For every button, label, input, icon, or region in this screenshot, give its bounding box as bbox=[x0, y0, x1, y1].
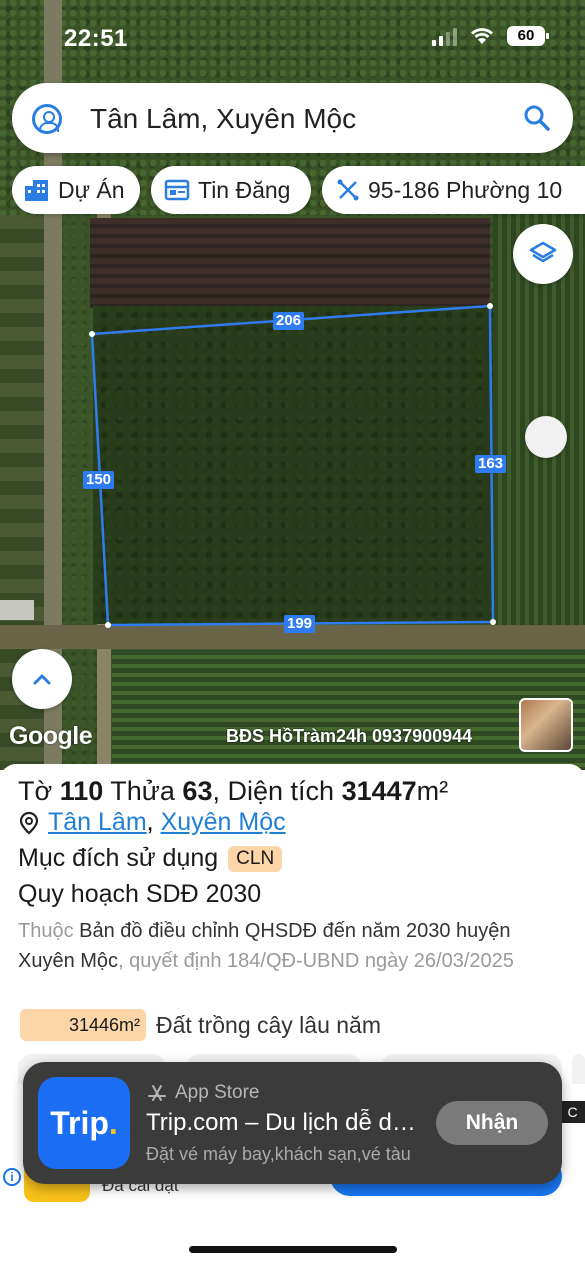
status-icons: 60 bbox=[432, 26, 549, 46]
sheet-number: 110 bbox=[59, 776, 104, 806]
dimension-right-label: 163 bbox=[475, 455, 507, 473]
app-store-row: App Store bbox=[147, 1082, 260, 1104]
listing-icon bbox=[164, 179, 190, 201]
dimension-top-label: 206 bbox=[273, 312, 305, 330]
satellite-map[interactable]: 206 163 150 199 22:51 60 Tân Lâm, Xuyên … bbox=[0, 0, 585, 770]
ruler-icon bbox=[337, 179, 359, 201]
ad-subtitle: Đặt vé máy bay,khách sạn,vé tàu bbox=[146, 1144, 411, 1164]
status-time: 22:51 bbox=[64, 25, 128, 52]
dimension-left-label: 150 bbox=[83, 471, 115, 489]
trip-logo: Trip. bbox=[38, 1077, 130, 1169]
ad-close-button[interactable]: C bbox=[560, 1101, 585, 1123]
plan-decision: , quyết định 184/QĐ-UBND ngày 26/03/2025 bbox=[118, 950, 514, 972]
purpose-row: Mục đích sử dụng CLN bbox=[18, 844, 283, 873]
purpose-badge: CLN bbox=[228, 845, 283, 872]
trip-logo-text: Trip bbox=[50, 1104, 109, 1141]
zone-area-row: 31446m² Đất trồng cây lâu năm bbox=[20, 1009, 381, 1041]
layers-button[interactable] bbox=[513, 224, 573, 284]
app-store-label: App Store bbox=[175, 1082, 260, 1103]
chip-tin-dang[interactable]: Tin Đăng bbox=[151, 166, 311, 214]
chip-du-an[interactable]: Dự Án bbox=[12, 166, 140, 214]
plot-label: Thửa bbox=[110, 776, 175, 806]
wifi-icon bbox=[471, 28, 493, 44]
building-icon bbox=[25, 180, 48, 201]
ad-title: Trip.com – Du lịch dễ dàng bbox=[146, 1109, 416, 1136]
app-store-banner[interactable]: Trip. App Store Trip.com – Du lịch dễ dà… bbox=[23, 1062, 562, 1184]
ward-link[interactable]: Tân Lâm bbox=[48, 808, 147, 837]
dimension-bottom-label: 199 bbox=[284, 615, 316, 633]
chip-tin-dang-label: Tin Đăng bbox=[198, 176, 291, 203]
plot-number: 63 bbox=[182, 776, 213, 806]
search-input[interactable]: Tân Lâm, Xuyên Mộc bbox=[90, 103, 356, 135]
area-label: Diện tích bbox=[227, 776, 335, 806]
zone-area-badge: 31446m² bbox=[20, 1009, 146, 1041]
parcel-title: Tờ 110 Thửa 63, Diện tích 31447m² bbox=[18, 776, 449, 806]
hidden-card[interactable] bbox=[572, 1054, 585, 1084]
chip-ruler-label: 95-186 Phường 10 bbox=[368, 176, 563, 203]
location-row: Tân Lâm, Xuyên Mộc bbox=[18, 808, 286, 837]
watermark-text: BĐS HồTràm24h 0937900944 bbox=[226, 726, 473, 746]
ad-info-icon[interactable]: i bbox=[3, 1168, 21, 1186]
street-photo-thumbnail[interactable] bbox=[519, 698, 573, 752]
plan-prefix: Thuộc bbox=[18, 920, 74, 942]
area-unit: m² bbox=[416, 776, 449, 806]
plan-description: Thuộc Bản đồ điều chỉnh QHSDĐ đến năm 20… bbox=[18, 916, 558, 976]
parcel-info-panel: Tờ 110 Thửa 63, Diện tích 31447m² Tân Lâ… bbox=[0, 764, 585, 1266]
user-icon[interactable] bbox=[32, 104, 62, 134]
map-drag-handle[interactable] bbox=[525, 416, 567, 458]
sheet-label: Tờ bbox=[18, 776, 53, 806]
trip-logo-dot: . bbox=[108, 1104, 118, 1141]
chevron-up-icon bbox=[33, 674, 51, 685]
signal-icon bbox=[432, 26, 457, 46]
area-value: 31447 bbox=[341, 776, 417, 806]
search-icon[interactable] bbox=[523, 104, 551, 132]
get-app-button[interactable]: Nhận bbox=[436, 1101, 548, 1145]
chip-ruler[interactable]: 95-186 Phường 10 bbox=[322, 166, 585, 214]
expand-up-button[interactable] bbox=[12, 649, 72, 709]
zone-label: Đất trồng cây lâu năm bbox=[156, 1011, 382, 1038]
chip-du-an-label: Dự Án bbox=[58, 176, 125, 203]
status-bar: 22:51 60 bbox=[0, 0, 585, 64]
battery-icon: 60 bbox=[507, 26, 549, 46]
location-pin-icon bbox=[19, 811, 39, 834]
search-bar[interactable]: Tân Lâm, Xuyên Mộc bbox=[12, 83, 573, 153]
home-indicator[interactable] bbox=[189, 1246, 397, 1253]
plan-title: Quy hoạch SDĐ 2030 bbox=[18, 880, 262, 908]
app-store-icon bbox=[148, 1085, 166, 1101]
layers-icon bbox=[529, 241, 557, 263]
district-link[interactable]: Xuyên Mộc bbox=[161, 808, 286, 837]
purpose-label: Mục đích sử dụng bbox=[18, 844, 219, 872]
google-logo: Google bbox=[9, 722, 93, 750]
